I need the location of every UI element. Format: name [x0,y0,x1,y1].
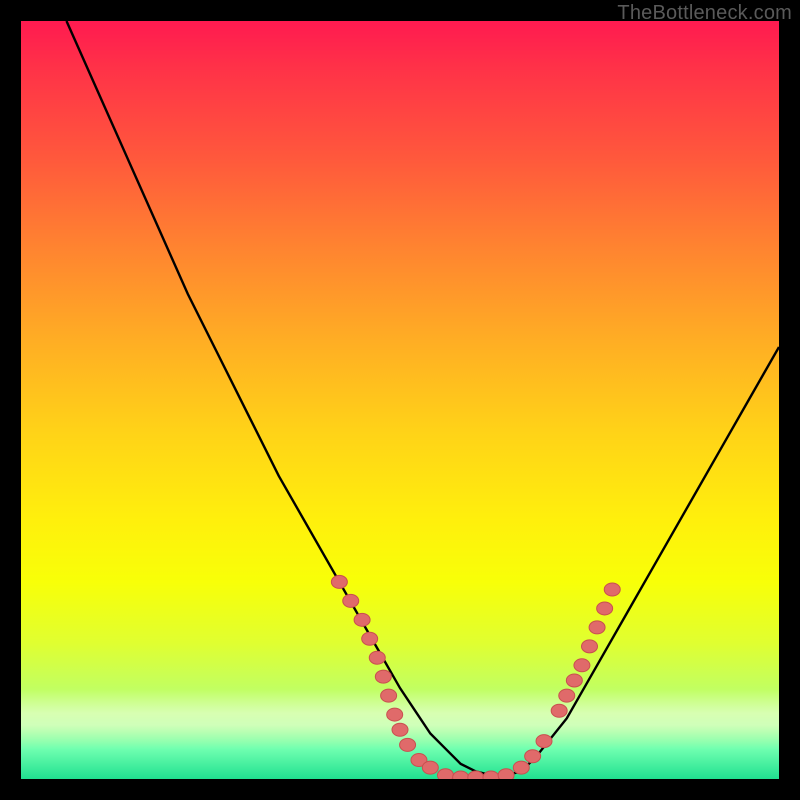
data-point [559,689,575,702]
data-point [597,602,613,615]
bottleneck-curve [66,21,779,775]
data-point [375,670,391,683]
data-point [498,769,514,779]
data-point [604,583,620,596]
data-point [362,632,378,645]
data-point [483,771,499,779]
data-point [343,594,359,607]
data-point [453,771,469,779]
chart-frame [21,21,779,779]
data-point [566,674,582,687]
data-point [381,689,397,702]
data-point [392,723,408,736]
data-point [331,575,347,588]
data-point [536,735,552,748]
data-point [387,708,403,721]
data-point [513,761,529,774]
data-points [331,575,620,779]
data-point [369,651,385,664]
data-point [400,738,416,751]
data-point [525,750,541,763]
data-point [354,613,370,626]
data-point [422,761,438,774]
plot-svg [21,21,779,779]
data-point [582,640,598,653]
data-point [574,659,590,672]
watermark-text: TheBottleneck.com [617,2,792,25]
data-point [551,704,567,717]
data-point [589,621,605,634]
data-point [437,769,453,779]
